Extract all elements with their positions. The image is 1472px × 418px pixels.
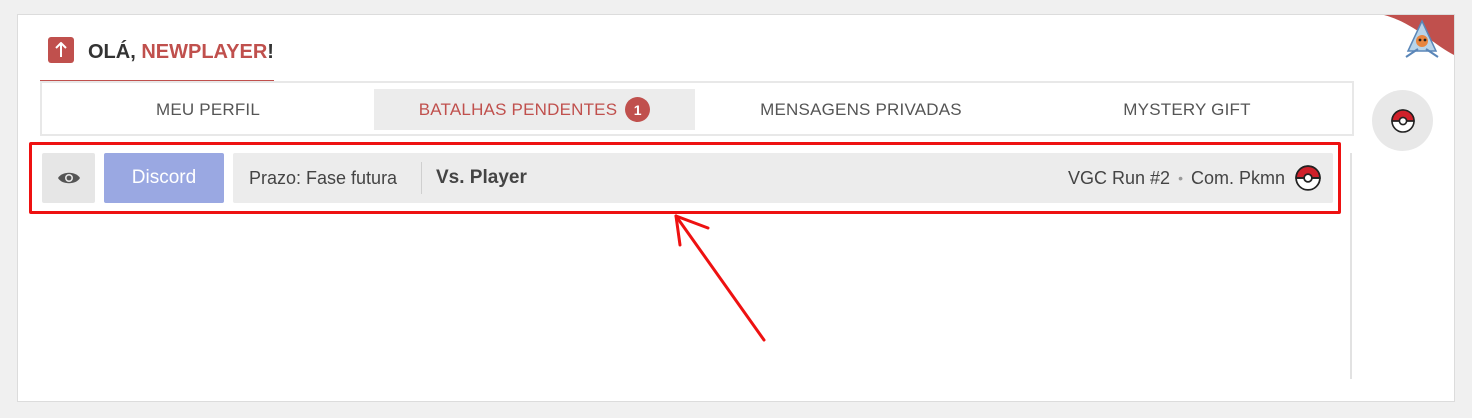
battle-info-bar[interactable]: Prazo: Fase futura Vs. Player VGC Run #2… bbox=[233, 153, 1333, 203]
tab-label: BATALHAS PENDENTES bbox=[418, 99, 618, 119]
info-separator bbox=[421, 162, 422, 194]
meta-separator: • bbox=[1178, 170, 1183, 186]
greeting-text: OLÁ, NEWPLAYER! bbox=[88, 40, 274, 64]
arrow-up-icon[interactable] bbox=[48, 37, 74, 63]
tab-label: MYSTERY GIFT bbox=[1123, 99, 1251, 119]
tab-bar: MEU PERFIL BATALHAS PENDENTES 1 MENSAGEN… bbox=[40, 81, 1354, 136]
dashboard-card: OLÁ, NEWPLAYER! MEU PERFIL BATALHAS PEND… bbox=[17, 14, 1455, 402]
pending-count-badge: 1 bbox=[625, 97, 651, 122]
tab-label: MEU PERFIL bbox=[155, 99, 261, 119]
tab-mensagens-privadas[interactable]: MENSAGENS PRIVADAS bbox=[701, 89, 1021, 130]
tab-label: MENSAGENS PRIVADAS bbox=[760, 99, 962, 119]
content-divider bbox=[1350, 153, 1352, 379]
battle-community: Com. Pkmn bbox=[1190, 167, 1285, 188]
discord-button[interactable]: Discord bbox=[104, 153, 224, 203]
battle-run: VGC Run #2 bbox=[1068, 167, 1171, 188]
username[interactable]: NEWPLAYER bbox=[141, 41, 267, 63]
battle-deadline: Prazo: Fase futura bbox=[249, 168, 398, 188]
tab-meu-perfil[interactable]: MEU PERFIL bbox=[48, 89, 368, 130]
pokemon-mascot-icon bbox=[1384, 15, 1454, 58]
view-battle-button[interactable] bbox=[42, 153, 95, 203]
eye-icon bbox=[57, 172, 80, 184]
battle-meta: VGC Run #2 • Com. Pkmn bbox=[1068, 153, 1321, 203]
pokeball-icon bbox=[1295, 165, 1321, 191]
greeting-label: OLÁ, bbox=[88, 41, 136, 63]
battle-opponent: Vs. Player bbox=[436, 167, 527, 188]
tab-mystery-gift[interactable]: MYSTERY GIFT bbox=[1027, 89, 1347, 130]
pokeball-icon bbox=[1390, 108, 1415, 133]
pending-battle-row: Discord Prazo: Fase futura Vs. Player VG… bbox=[42, 153, 1334, 205]
pokeball-side-button[interactable] bbox=[1372, 90, 1433, 151]
greeting-exclaim: ! bbox=[267, 41, 274, 63]
greeting-header: OLÁ, NEWPLAYER! bbox=[40, 31, 274, 83]
tab-batalhas-pendentes[interactable]: BATALHAS PENDENTES 1 bbox=[374, 89, 695, 130]
